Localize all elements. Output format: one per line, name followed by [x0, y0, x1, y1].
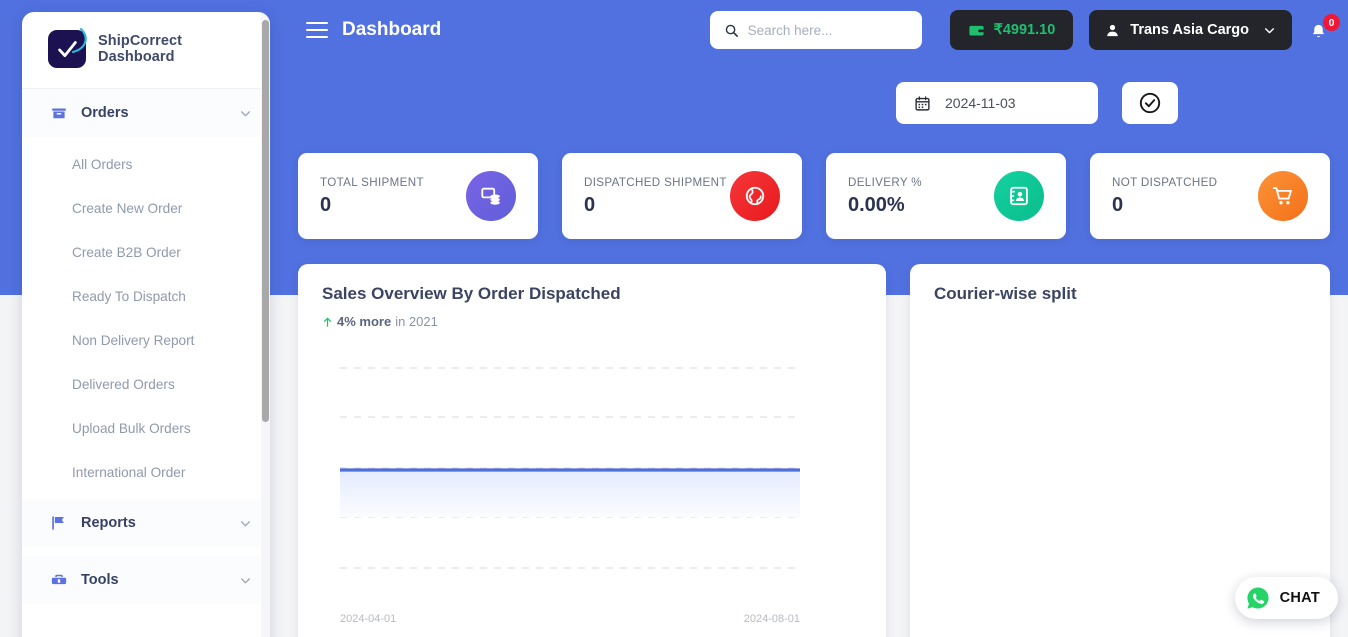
- hamburger-menu-icon[interactable]: [306, 22, 328, 38]
- kpi-card-delivery-percent[interactable]: DELIVERY % 0.00%: [826, 153, 1066, 239]
- chart-area-fill: [340, 470, 800, 517]
- page-title: Dashboard: [342, 19, 441, 41]
- kpi-value: 0: [1112, 194, 1258, 217]
- chevron-down-icon: [1263, 24, 1276, 37]
- notification-count-badge: 0: [1323, 14, 1340, 31]
- notifications-button[interactable]: 0: [1310, 18, 1334, 42]
- brand-header: ShipCorrect Dashboard: [22, 12, 270, 89]
- user-icon: [1105, 23, 1120, 38]
- kpi-label: DELIVERY %: [848, 176, 994, 189]
- filter-row: 2024-11-03: [896, 82, 1178, 124]
- sales-overview-panel: Sales Overview By Order Dispatched 4% mo…: [298, 264, 886, 637]
- brand-name: ShipCorrect Dashboard: [98, 33, 254, 65]
- sales-trend-period: in 2021: [395, 314, 438, 329]
- wallet-amount: ₹4991.10: [994, 22, 1056, 38]
- kpi-value: 0: [584, 194, 730, 217]
- app-logo-icon: [48, 30, 86, 68]
- date-picker-value: 2024-11-03: [945, 95, 1016, 111]
- whatsapp-chat-button[interactable]: CHAT: [1235, 577, 1338, 619]
- sidebar-item-ready-to-dispatch[interactable]: Ready To Dispatch: [22, 275, 270, 319]
- kpi-card-dispatched-shipment[interactable]: DISPATCHED SHIPMENT 0: [562, 153, 802, 239]
- sidebar: ShipCorrect Dashboard Orders All Orders …: [22, 12, 270, 637]
- sales-panel-title: Sales Overview By Order Dispatched: [298, 264, 886, 304]
- top-bar: Dashboard ₹4991.10: [290, 0, 1348, 60]
- sales-trend-value: 4% more: [337, 314, 391, 329]
- chart-gridlines: [340, 368, 798, 568]
- kpi-value: 0.00%: [848, 194, 994, 217]
- sales-area-chart[interactable]: 2024-04-01 2024-08-01: [298, 350, 886, 637]
- kpi-icon-badge: [730, 171, 780, 221]
- kpi-label: TOTAL SHIPMENT: [320, 176, 466, 189]
- kpi-icon-badge: [994, 171, 1044, 221]
- chevron-down-icon: [239, 517, 252, 530]
- chevron-down-icon: [239, 107, 252, 120]
- flag-icon: [50, 514, 68, 532]
- kpi-cards: TOTAL SHIPMENT 0 DISPATCHED SHIPMENT 0: [298, 153, 1330, 239]
- kpi-icon-badge: [466, 171, 516, 221]
- sidebar-item-delivered-orders[interactable]: Delivered Orders: [22, 363, 270, 407]
- kpi-label: NOT DISPATCHED: [1112, 176, 1258, 189]
- top-bar-actions: ₹4991.10 Trans Asia Cargo 0: [710, 10, 1348, 50]
- search-input[interactable]: [748, 23, 908, 38]
- apply-filter-button[interactable]: [1122, 82, 1178, 124]
- chevron-down-icon: [239, 574, 252, 587]
- user-account-dropdown[interactable]: Trans Asia Cargo: [1089, 10, 1292, 50]
- arrow-up-icon: [322, 316, 333, 328]
- toolbox-icon: [50, 571, 68, 589]
- globe-dispatch-icon: [744, 185, 766, 207]
- check-circle-icon: [1138, 91, 1162, 115]
- wallet-balance-button[interactable]: ₹4991.10: [950, 10, 1074, 50]
- sidebar-item-upload-bulk-orders[interactable]: Upload Bulk Orders: [22, 407, 270, 451]
- sidebar-scrollbar-thumb[interactable]: [262, 20, 269, 422]
- sales-trend-label: 4% more in 2021: [298, 304, 886, 329]
- chart-xtick-end: 2024-08-01: [744, 613, 800, 625]
- sidebar-group-tools[interactable]: Tools: [22, 556, 270, 604]
- search-icon: [724, 23, 739, 38]
- user-account-name: Trans Asia Cargo: [1130, 22, 1249, 38]
- logo-check-icon: [57, 39, 78, 60]
- courier-panel-title: Courier-wise split: [910, 264, 1330, 304]
- wallet-icon: [968, 22, 985, 39]
- date-picker[interactable]: 2024-11-03: [896, 82, 1098, 124]
- kpi-card-not-dispatched[interactable]: NOT DISPATCHED 0: [1090, 153, 1330, 239]
- shopping-cart-icon: [1272, 185, 1294, 207]
- sidebar-item-create-b2b-order[interactable]: Create B2B Order: [22, 231, 270, 275]
- kpi-label: DISPATCHED SHIPMENT: [584, 176, 730, 189]
- sidebar-group-label: Tools: [81, 572, 226, 588]
- chart-xtick-start: 2024-04-01: [340, 613, 396, 625]
- dashboard-page: ShipCorrect Dashboard Orders All Orders …: [0, 0, 1348, 637]
- whatsapp-icon: [1245, 585, 1271, 611]
- chat-label: CHAT: [1280, 590, 1320, 606]
- kpi-value: 0: [320, 194, 466, 217]
- sidebar-group-label: Reports: [81, 515, 226, 531]
- sidebar-item-international-order[interactable]: International Order: [22, 451, 270, 495]
- kpi-icon-badge: [1258, 171, 1308, 221]
- sidebar-group-orders[interactable]: Orders: [22, 89, 270, 137]
- sidebar-item-non-delivery-report[interactable]: Non Delivery Report: [22, 319, 270, 363]
- delivery-receipt-icon: [1008, 185, 1030, 207]
- sidebar-group-label: Orders: [81, 105, 226, 121]
- orders-box-icon: [50, 104, 68, 122]
- kpi-card-total-shipment[interactable]: TOTAL SHIPMENT 0: [298, 153, 538, 239]
- sidebar-item-create-new-order[interactable]: Create New Order: [22, 187, 270, 231]
- calendar-icon: [914, 95, 931, 112]
- shipment-stack-icon: [480, 185, 502, 207]
- search-box[interactable]: [710, 11, 922, 49]
- sidebar-item-all-orders[interactable]: All Orders: [22, 143, 270, 187]
- sidebar-group-reports[interactable]: Reports: [22, 499, 270, 547]
- sidebar-submenu-orders: All Orders Create New Order Create B2B O…: [22, 137, 270, 499]
